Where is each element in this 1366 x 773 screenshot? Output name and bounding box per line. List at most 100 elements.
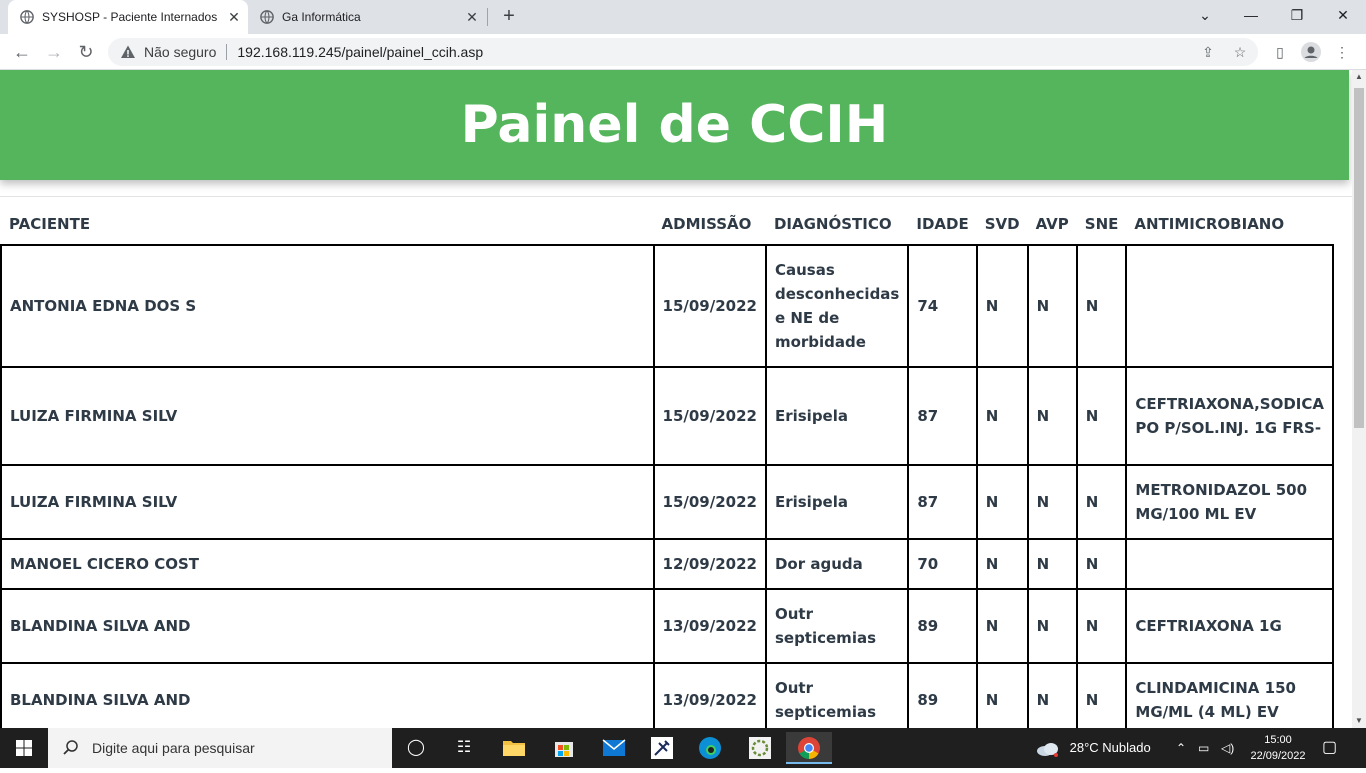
cell-svd: N — [975, 588, 1029, 664]
tab-search-icon[interactable]: ⌄ — [1182, 0, 1228, 30]
cell-antimicrobiano — [1125, 538, 1334, 590]
forward-arrow-icon[interactable]: → — [42, 40, 66, 64]
task-view-icon[interactable]: ◯ — [400, 732, 432, 764]
cell-idade: 70 — [907, 538, 978, 590]
column-header-paciente: PACIENTE — [9, 214, 91, 233]
address-bar[interactable]: Não seguro 192.168.119.245/painel/painel… — [108, 38, 1258, 66]
cell-antimicrobiano: CLINDAMICINA 150 MG/ML (4 ML) EV — [1125, 662, 1334, 728]
cell-avp: N — [1026, 538, 1078, 590]
cell-diagnostico: Outr septicemias — [764, 588, 910, 664]
cell-svd: N — [975, 464, 1029, 540]
cell-admissao: 15/09/2022 — [652, 366, 767, 466]
cell-admissao: 13/09/2022 — [652, 588, 767, 664]
taskbar: Digite aqui para pesquisar ◯ ☷ 28°C Nubl… — [0, 728, 1366, 768]
cell-paciente: LUIZA FIRMINA SILV — [0, 366, 655, 466]
clock-time: 15:00 — [1264, 734, 1292, 746]
scroll-down-arrow-icon[interactable]: ▼ — [1352, 714, 1366, 728]
cell-idade: 89 — [907, 588, 978, 664]
cell-diagnostico: Causas desconhecidas e NE de morbidade — [764, 244, 910, 368]
cell-svd: N — [975, 662, 1029, 728]
system-clock[interactable]: 15:00 22/09/2022 — [1244, 732, 1312, 764]
cell-diagnostico: Erisipela — [764, 366, 910, 466]
tab-separator — [487, 8, 488, 26]
warning-icon — [121, 45, 135, 58]
close-tab-icon[interactable]: ✕ — [458, 9, 486, 26]
notifications-icon[interactable]: ▢ — [1322, 728, 1337, 768]
close-window-icon[interactable]: ✕ — [1320, 0, 1366, 30]
divider — [0, 196, 1352, 197]
minimize-icon[interactable]: — — [1228, 0, 1274, 30]
cell-paciente: BLANDINA SILVA AND — [0, 662, 655, 728]
table-row: BLANDINA SILVA AND 13/09/2022 Outr septi… — [0, 588, 1334, 664]
close-tab-icon[interactable]: ✕ — [220, 9, 248, 26]
cell-svd: N — [975, 366, 1029, 466]
start-button[interactable] — [0, 728, 48, 768]
cell-antimicrobiano: CEFTRIAXONA,SODICA PO P/SOL.INJ. 1G FRS- — [1125, 366, 1334, 466]
tab-ga-informatica[interactable]: Ga Informática ✕ — [250, 0, 486, 34]
volume-icon[interactable]: ◁) — [1221, 728, 1234, 768]
taskbar-search-box[interactable]: Digite aqui para pesquisar — [48, 728, 392, 768]
store-icon[interactable] — [548, 732, 580, 764]
vertical-scrollbar[interactable]: ▲ ▼ — [1352, 70, 1366, 728]
cell-antimicrobiano: CEFTRIAXONA 1G — [1125, 588, 1334, 664]
divider — [226, 44, 228, 60]
share-icon[interactable]: ⇪ — [1194, 38, 1222, 66]
cell-admissao: 13/09/2022 — [652, 662, 767, 728]
mail-icon[interactable] — [598, 732, 630, 764]
cell-sne: N — [1075, 662, 1128, 728]
url-text: 192.168.119.245/painel/painel_ccih.asp — [237, 44, 484, 60]
cell-diagnostico: Outr septicemias — [764, 662, 910, 728]
cell-paciente: MANOEL CICERO COST — [0, 538, 655, 590]
globe-icon — [20, 10, 34, 24]
bookmark-star-icon[interactable]: ☆ — [1226, 38, 1254, 66]
cell-diagnostico: Dor aguda — [764, 538, 910, 590]
restore-icon[interactable]: ❐ — [1274, 0, 1320, 30]
table-row: LUIZA FIRMINA SILV 15/09/2022 Erisipela … — [0, 366, 1334, 466]
cell-admissao: 15/09/2022 — [652, 244, 767, 368]
clock-date: 22/09/2022 — [1250, 750, 1306, 762]
file-explorer-icon[interactable] — [498, 732, 530, 764]
syringe-app-icon[interactable] — [646, 732, 678, 764]
security-label: Não seguro — [144, 44, 217, 60]
app-icon[interactable] — [744, 732, 776, 764]
cell-diagnostico: Erisipela — [764, 464, 910, 540]
cell-avp: N — [1026, 588, 1078, 664]
side-panel-icon[interactable]: ▯ — [1268, 40, 1292, 64]
cell-sne: N — [1075, 244, 1128, 368]
chrome-icon[interactable] — [786, 732, 832, 764]
cell-sne: N — [1075, 588, 1128, 664]
weather-text: 28°C Nublado — [1069, 740, 1151, 755]
tab-title: Ga Informática — [282, 10, 361, 24]
edge-icon[interactable] — [694, 732, 726, 764]
cell-antimicrobiano — [1125, 244, 1334, 368]
table-row: MANOEL CICERO COST 12/09/2022 Dor aguda … — [0, 538, 1334, 590]
table-row: ANTONIA EDNA DOS S 15/09/2022 Causas des… — [0, 244, 1334, 368]
cell-svd: N — [975, 244, 1029, 368]
scroll-up-arrow-icon[interactable]: ▲ — [1352, 70, 1366, 84]
profile-avatar-icon[interactable] — [1299, 40, 1323, 64]
column-header-admissao: ADMISSÃO — [661, 214, 752, 233]
cell-svd: N — [975, 538, 1029, 590]
table-header-row: PACIENTE ADMISSÃO DIAGNÓSTICO IDADE SVD … — [1, 203, 1333, 245]
back-arrow-icon[interactable]: ← — [10, 40, 34, 64]
search-placeholder: Digite aqui para pesquisar — [92, 740, 255, 756]
menu-kebab-icon[interactable]: ⋮ — [1330, 40, 1354, 64]
cell-paciente: BLANDINA SILVA AND — [0, 588, 655, 664]
new-tab-button[interactable]: + — [497, 5, 521, 29]
cell-sne: N — [1075, 464, 1128, 540]
table-row: BLANDINA SILVA AND 13/09/2022 Outr septi… — [0, 662, 1334, 728]
weather-widget[interactable]: 28°C Nublado — [1036, 728, 1151, 768]
reload-icon[interactable]: ↻ — [74, 40, 98, 64]
chevron-up-icon[interactable]: ⌃ — [1176, 728, 1186, 768]
scroll-thumb[interactable] — [1354, 88, 1364, 428]
column-header-idade: IDADE — [916, 214, 969, 233]
cell-avp: N — [1026, 464, 1078, 540]
column-header-antimicrobiano: ANTIMICROBIANO — [1134, 214, 1285, 233]
cell-paciente: ANTONIA EDNA DOS S — [0, 244, 655, 368]
column-header-avp: AVP — [1035, 214, 1069, 233]
search-icon — [63, 740, 78, 755]
tab-syshosp[interactable]: SYSHOSP - Paciente Internados n ✕ — [8, 0, 248, 34]
globe-icon — [260, 10, 274, 24]
network-icon[interactable]: ▭ — [1198, 728, 1209, 768]
widgets-icon[interactable]: ☷ — [448, 732, 480, 764]
